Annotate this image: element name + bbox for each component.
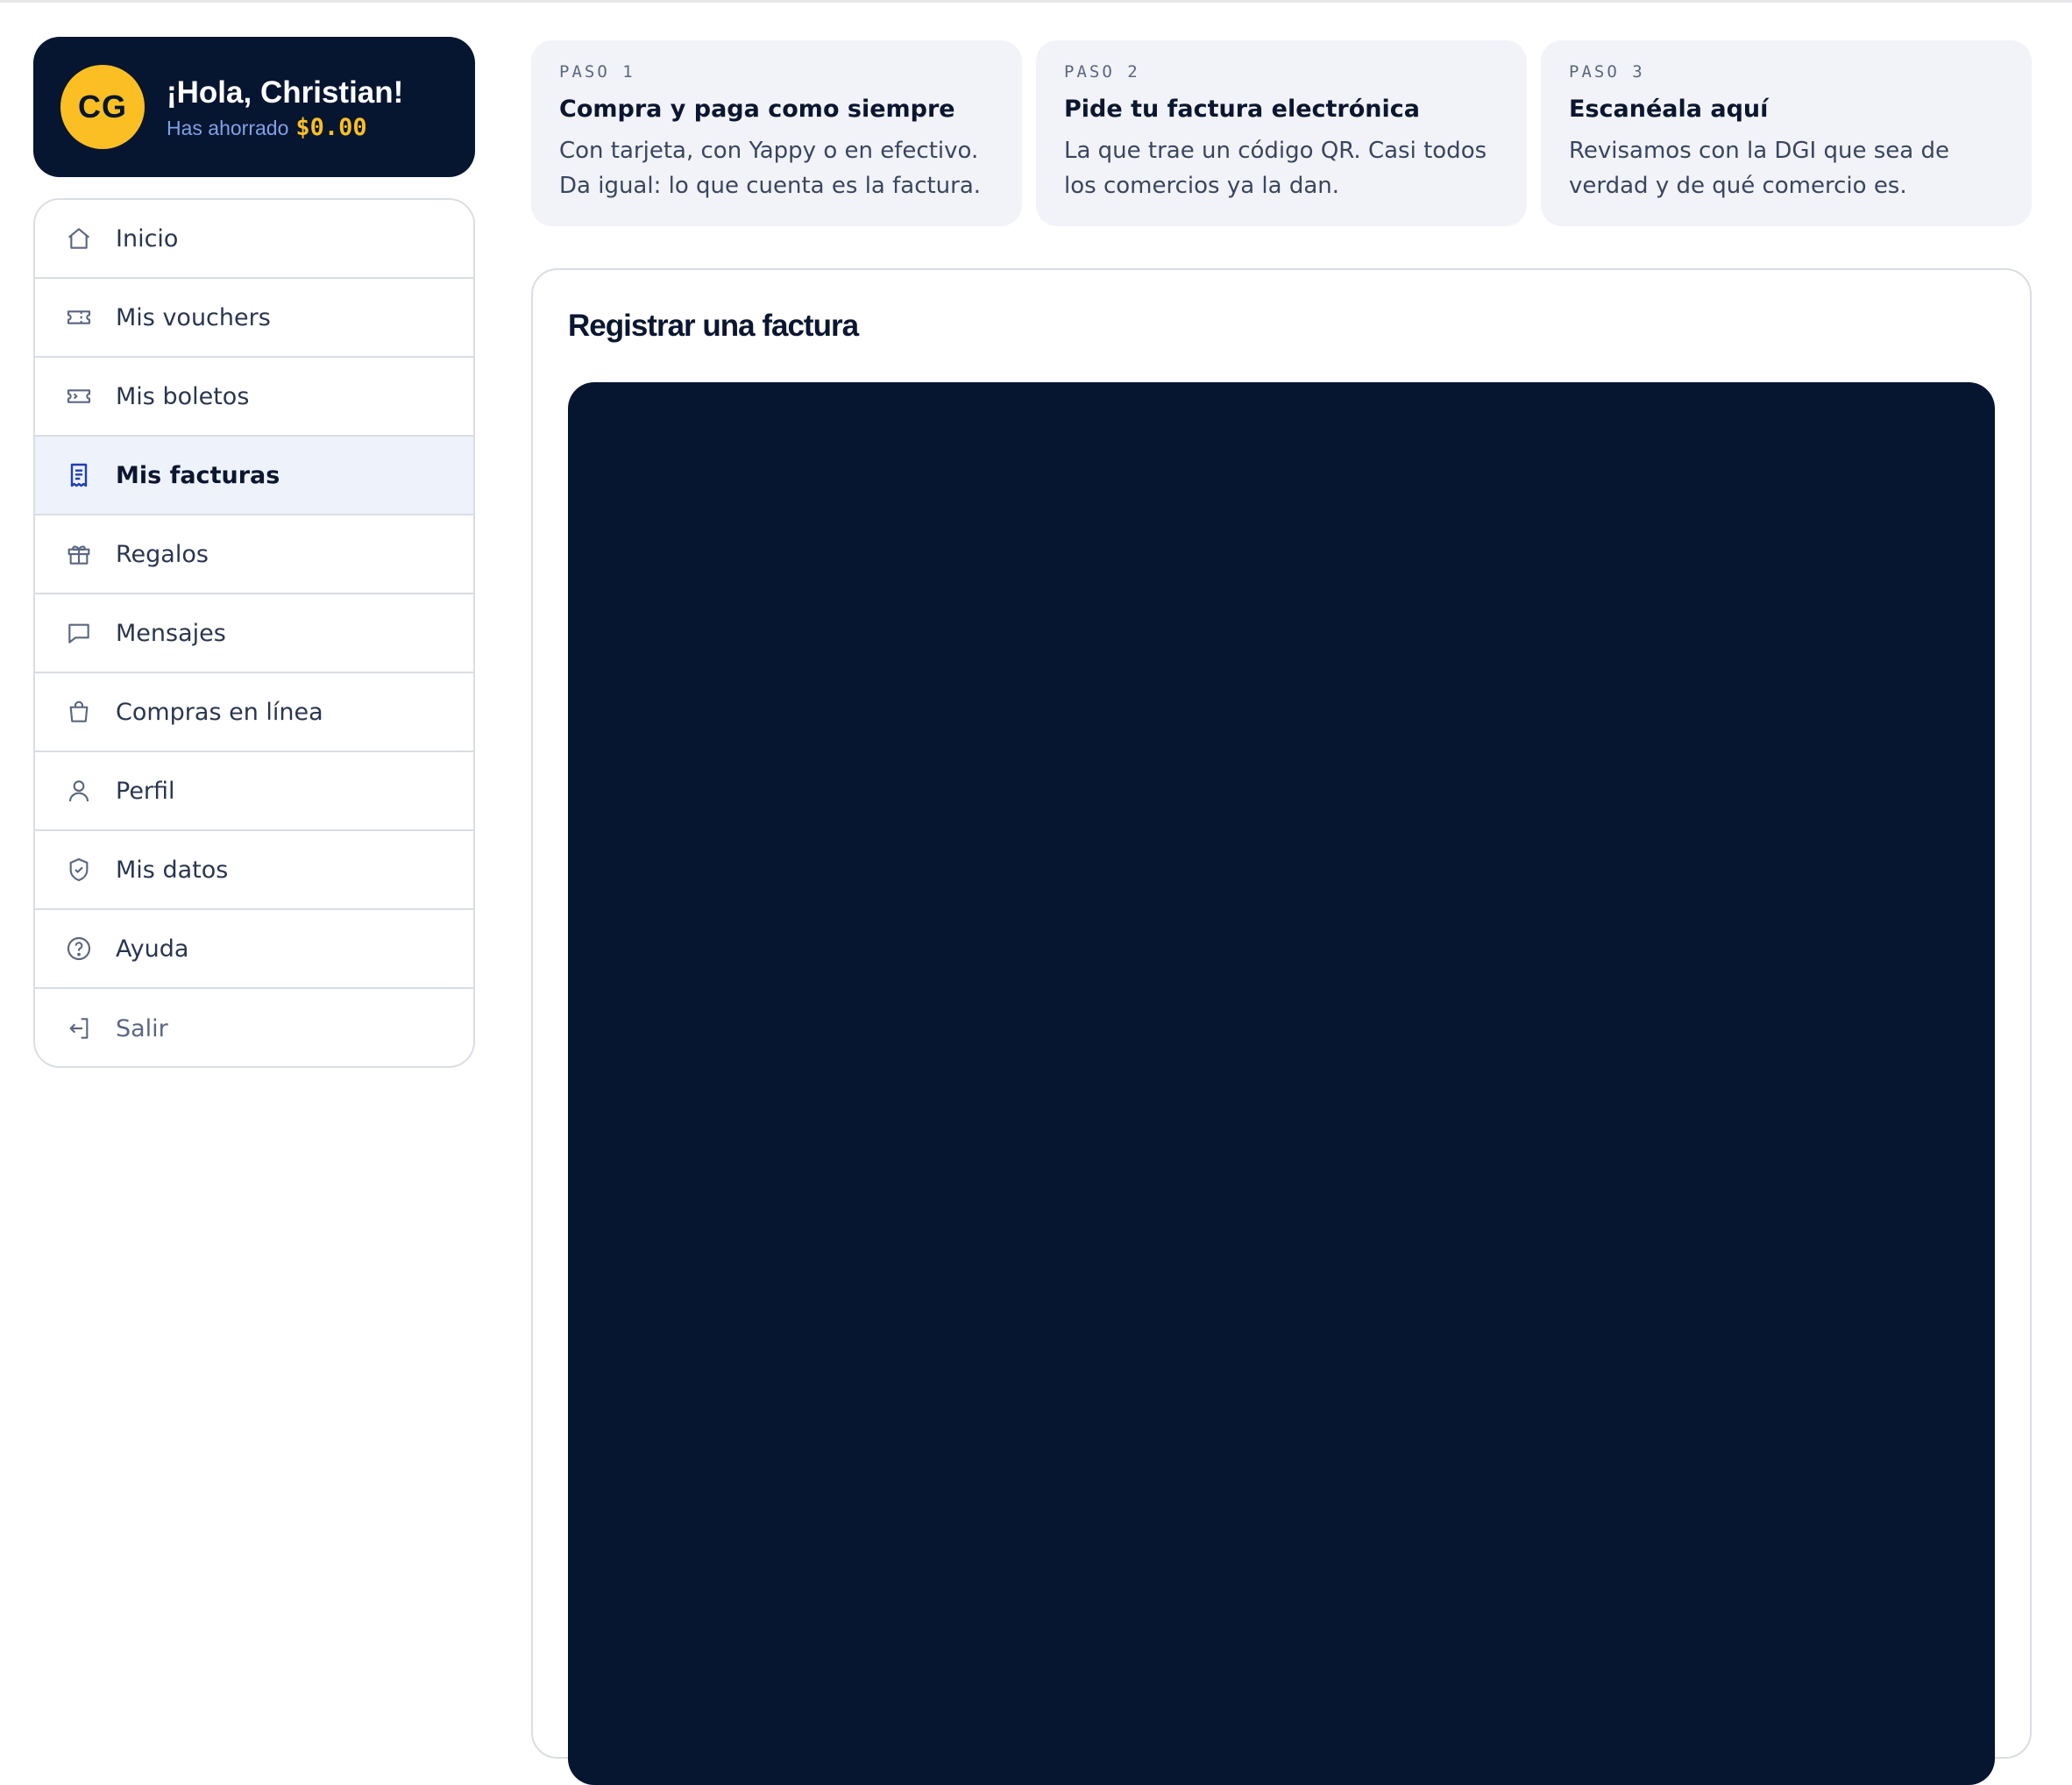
sidebar-item-label: Inicio [116, 224, 179, 252]
profile-text: ¡Hola, Christian! Has ahorrado $0.00 [167, 74, 403, 141]
step-card-2: PASO 2 Pide tu factura electrónica La qu… [1036, 40, 1527, 226]
step-description: Revisamos con la DGI que sea de verdad y… [1569, 138, 1949, 199]
step-card-1: PASO 1 Compra y paga como siempre Con ta… [531, 40, 1022, 226]
sidebar-item-label: Regalos [116, 540, 209, 568]
receipt-icon [65, 461, 93, 489]
sidebar-item-label: Mis facturas [116, 461, 280, 489]
sidebar-item-label: Compras en línea [116, 698, 323, 726]
user-icon [65, 777, 93, 805]
greeting: ¡Hola, Christian! [167, 75, 404, 110]
voucher-icon [65, 303, 93, 331]
gift-icon [65, 540, 93, 568]
sidebar-item-salir[interactable]: Salir [35, 989, 473, 1066]
sidebar-item-perfil[interactable]: Perfil [35, 752, 473, 831]
sidebar-item-inicio[interactable]: Inicio [35, 200, 473, 279]
ticket-icon [65, 382, 93, 410]
home-icon [65, 224, 93, 252]
step-card-3: PASO 3 Escanéala aquí Revisamos con la D… [1541, 40, 2032, 226]
profile-card: CG ¡Hola, Christian! Has ahorrado $0.00 [33, 37, 475, 177]
sidebar-nav: Inicio Mis vouchers Mis boletos Mis fact… [33, 198, 475, 1068]
step-title: Escanéala aquí [1569, 96, 1769, 123]
sidebar-item-mis-datos[interactable]: Mis datos [35, 831, 473, 910]
sidebar-item-label: Ayuda [116, 935, 189, 963]
step-kicker: PASO 2 [1064, 62, 1140, 82]
step-title: Compra y paga como siempre [559, 96, 955, 123]
step-kicker: PASO 3 [1569, 62, 1645, 82]
savings-row: Has ahorrado $0.00 [167, 114, 403, 141]
message-icon [65, 619, 93, 647]
sidebar-item-boletos[interactable]: Mis boletos [35, 358, 473, 437]
step-kicker: PASO 1 [559, 62, 635, 82]
step-title: Pide tu factura electrónica [1064, 96, 1421, 123]
sidebar-item-vouchers[interactable]: Mis vouchers [35, 279, 473, 358]
top-divider [0, 0, 2072, 3]
sidebar-item-ayuda[interactable]: Ayuda [35, 910, 473, 989]
page-title: Registrar una factura [568, 309, 859, 343]
sidebar-item-label: Perfil [116, 777, 175, 805]
sidebar-item-mensajes[interactable]: Mensajes [35, 594, 473, 673]
sidebar-item-compras[interactable]: Compras en línea [35, 673, 473, 752]
logout-icon [65, 1014, 93, 1042]
sidebar-item-facturas[interactable]: Mis facturas [35, 437, 473, 516]
shopping-bag-icon [65, 698, 93, 726]
qr-scanner-viewport[interactable] [568, 382, 1995, 1785]
savings-amount: $0.00 [295, 113, 367, 141]
sidebar-item-regalos[interactable]: Regalos [35, 516, 473, 594]
shield-check-icon [65, 856, 93, 884]
step-description: La que trae un código QR. Casi todos los… [1064, 138, 1487, 199]
help-circle-icon [65, 935, 93, 963]
sidebar-item-label: Mensajes [116, 619, 226, 647]
sidebar-item-label: Mis vouchers [116, 303, 271, 331]
sidebar-item-label: Mis datos [116, 856, 229, 884]
savings-label: Has ahorrado [167, 116, 289, 139]
step-description: Con tarjeta, con Yappy o en efectivo. Da… [559, 138, 982, 199]
avatar[interactable]: CG [60, 65, 145, 149]
sidebar-item-label: Salir [116, 1014, 168, 1042]
register-invoice-panel: Registrar una factura [531, 268, 2032, 1785]
sidebar-item-label: Mis boletos [116, 382, 250, 410]
